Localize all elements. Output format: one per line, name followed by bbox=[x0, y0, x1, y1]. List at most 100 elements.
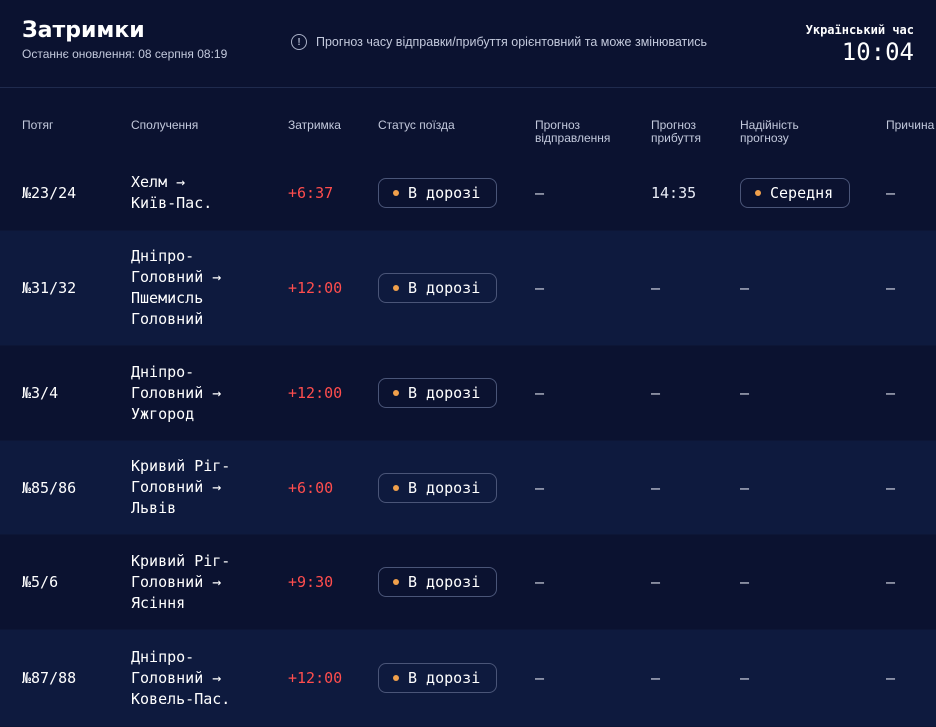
route: Кривий Ріг- Головний → Ясіння bbox=[131, 535, 281, 629]
status-badge: В дорозі bbox=[378, 273, 498, 303]
reliability-cell: — bbox=[740, 535, 749, 629]
reason-value: — bbox=[886, 669, 896, 687]
status-badge: В дорозі bbox=[378, 472, 498, 503]
departure-forecast: — bbox=[535, 573, 545, 591]
col-reason: Причина bbox=[886, 118, 935, 132]
reliability-cell: — bbox=[740, 630, 749, 726]
route: Дніпро- Головний → Ковель-Пас. bbox=[131, 630, 281, 726]
reliability-value: — bbox=[740, 279, 750, 297]
table-row[interactable]: №31/32 Дніпро- Головний → Пшемисль Головний +… bbox=[0, 231, 936, 346]
route-line: Головний → bbox=[131, 668, 222, 687]
route-line: Головний → bbox=[131, 268, 222, 286]
status-label: В дорозі bbox=[408, 279, 481, 297]
table-row[interactable]: №23/24 Хелм → Київ-Пас. +6:37 В дорозі — 14:35… bbox=[0, 155, 936, 231]
reason-value: — bbox=[886, 279, 896, 297]
status-dot bbox=[393, 285, 399, 291]
arrival-forecast: — bbox=[651, 279, 661, 297]
train-number: №87/88 bbox=[22, 669, 77, 687]
forecast-notice: ! Прогноз часу відправки/прибуття орієнт… bbox=[291, 34, 707, 50]
status-cell: В дорозі bbox=[378, 155, 498, 230]
departure-forecast: — bbox=[535, 279, 545, 297]
col-departure: Прогноз відправлення bbox=[535, 118, 611, 145]
reliability-cell: — bbox=[740, 346, 749, 440]
status-dot bbox=[393, 579, 399, 585]
departure-forecast: — bbox=[535, 669, 545, 687]
info-icon: ! bbox=[291, 34, 307, 50]
status-badge: В дорозі bbox=[378, 177, 498, 208]
route-line: Львів bbox=[131, 499, 177, 517]
status-dot bbox=[393, 189, 399, 196]
reliability-cell: Середня bbox=[740, 155, 851, 230]
table-row[interactable]: №87/88 Дніпро- Головний → Ковель-Пас. +12:00… bbox=[0, 630, 936, 727]
status-cell: В дорозі bbox=[378, 346, 498, 440]
arrival-forecast: — bbox=[651, 573, 661, 591]
reliability-value: — bbox=[740, 573, 750, 591]
status-dot bbox=[393, 390, 399, 396]
status-cell: В дорозі bbox=[378, 630, 498, 726]
route-line: Київ-Пас. bbox=[131, 193, 213, 212]
reason-value: — bbox=[886, 183, 896, 202]
status-badge: В дорозі bbox=[378, 567, 498, 597]
train-number: №3/4 bbox=[22, 384, 59, 402]
status-label: В дорозі bbox=[408, 573, 481, 591]
delay-value: +6:37 bbox=[288, 183, 334, 202]
train-number: №31/32 bbox=[22, 279, 77, 297]
departure-forecast: — bbox=[535, 384, 545, 402]
route-line: Ужгород bbox=[131, 404, 195, 423]
clock-label: Український час bbox=[805, 23, 914, 37]
route: Кривий Ріг- Головний → Львів bbox=[131, 441, 281, 534]
train-number: №5/6 bbox=[22, 573, 59, 591]
page-title: Затримки bbox=[22, 18, 145, 43]
status-cell: В дорозі bbox=[378, 535, 498, 629]
delay-value: +12:00 bbox=[288, 279, 343, 297]
status-label: В дорозі bbox=[408, 669, 481, 687]
reliability-cell: — bbox=[740, 441, 749, 534]
route-line: Хелм → bbox=[131, 172, 186, 191]
clock-time: 10:04 bbox=[841, 38, 914, 66]
route-line: Головний → bbox=[131, 572, 222, 591]
route-line: Кривий Ріг- bbox=[131, 457, 231, 475]
reliability-dot bbox=[755, 189, 761, 196]
reliability-value: — bbox=[740, 478, 750, 497]
col-train: Потяг bbox=[22, 118, 54, 132]
delay-value: +9:30 bbox=[288, 573, 334, 591]
col-status: Статус поїзда bbox=[378, 118, 455, 132]
status-badge: В дорозі bbox=[378, 663, 498, 693]
reason-value: — bbox=[886, 478, 896, 497]
route-line: Дніпро- bbox=[131, 247, 195, 265]
route: Дніпро- Головний → Пшемисль Головний bbox=[131, 231, 281, 345]
train-number: №23/24 bbox=[22, 183, 77, 202]
table-row[interactable]: №5/6 Кривий Ріг- Головний → Ясіння +9:30 В до… bbox=[0, 535, 936, 630]
reason-value: — bbox=[886, 384, 896, 402]
delay-value: +12:00 bbox=[288, 669, 343, 687]
col-route: Сполучення bbox=[131, 118, 199, 132]
forecast-notice-text: Прогноз часу відправки/прибуття орієнтов… bbox=[316, 35, 707, 49]
arrival-forecast: 14:35 bbox=[651, 183, 697, 202]
last-updated: Останнє оновлення: 08 серпня 08:19 bbox=[22, 47, 228, 61]
route: Хелм → Київ-Пас. bbox=[131, 155, 281, 230]
col-reliability: Надійність прогнозу bbox=[740, 118, 799, 145]
arrival-forecast: — bbox=[651, 478, 661, 497]
reliability-badge: Середня bbox=[740, 177, 851, 208]
arrival-forecast: — bbox=[651, 669, 661, 687]
status-cell: В дорозі bbox=[378, 231, 498, 345]
status-label: В дорозі bbox=[408, 384, 481, 402]
route-line: Головний → bbox=[131, 478, 222, 496]
route-line: Пшемисль bbox=[131, 289, 204, 307]
status-label: В дорозі bbox=[408, 478, 481, 497]
route-line: Ковель-Пас. bbox=[131, 689, 231, 708]
route-line: Дніпро- bbox=[131, 647, 195, 666]
route-line: Ясіння bbox=[131, 593, 186, 612]
train-number: №85/86 bbox=[22, 478, 77, 497]
table-row[interactable]: №3/4 Дніпро- Головний → Ужгород +12:00 В доро… bbox=[0, 346, 936, 441]
delay-value: +12:00 bbox=[288, 384, 343, 402]
status-badge: В дорозі bbox=[378, 378, 498, 408]
route: Дніпро- Головний → Ужгород bbox=[131, 346, 281, 440]
reliability-value: — bbox=[740, 669, 750, 687]
page-header: Затримки Останнє оновлення: 08 серпня 08… bbox=[0, 0, 936, 88]
table-header: Потяг Сполучення Затримка Статус поїзда … bbox=[0, 89, 936, 155]
route-line: Головний → bbox=[131, 383, 222, 402]
table-row[interactable]: №85/86 Кривий Ріг- Головний → Львів +6:00 В д… bbox=[0, 441, 936, 535]
route-line: Кривий Ріг- bbox=[131, 551, 231, 570]
status-cell: В дорозі bbox=[378, 441, 498, 534]
